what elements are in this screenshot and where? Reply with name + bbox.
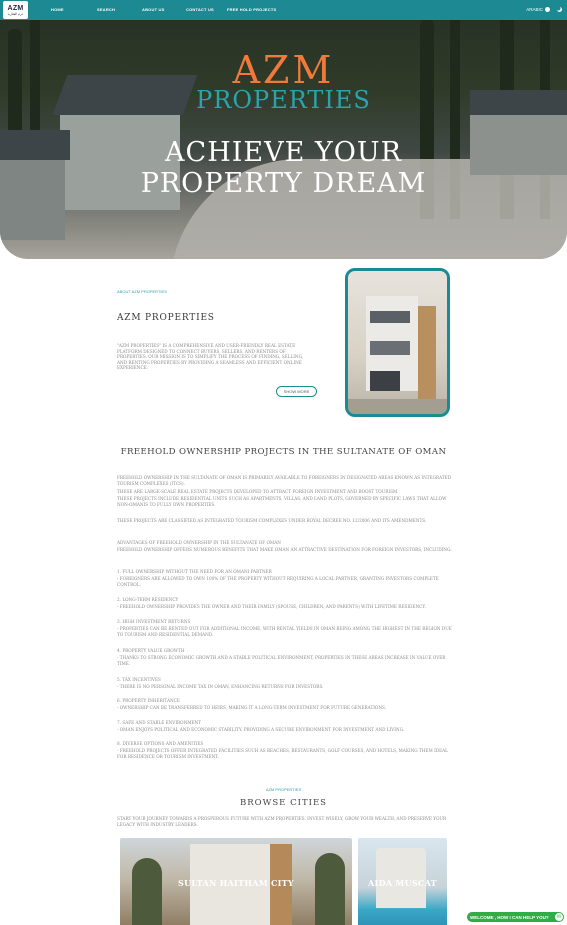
cities-title: BROWSE CITIES	[240, 798, 327, 808]
palm-decoration	[132, 858, 162, 925]
about-text: "AZM PROPERTIES" IS A COMPREHENSIVE AND …	[117, 343, 304, 370]
hero-title-line2: PROPERTY DREAM	[140, 168, 427, 199]
freehold-paragraph: FREEHOLD OWNERSHIP IN THE SULTANATE OF O…	[117, 475, 452, 486]
city-name: SULTAN HAITHAM CITY	[178, 878, 294, 888]
benefit-text: - FREEHOLD PROJECTS OFFER INTEGRATED FAC…	[117, 748, 448, 759]
city-card-sultan-haitham[interactable]: SULTAN HAITHAM CITY	[120, 838, 352, 925]
top-navbar: AZM عزم العقارية HOME SEARCH ABOUT US CO…	[0, 0, 567, 20]
city-name: AIDA MUSCAT	[368, 878, 437, 888]
chat-welcome-text: WELCOME , HOW I CAN HELP YOU?	[470, 914, 549, 920]
about-heading: AZM PROPERTIES	[117, 313, 215, 323]
about-villa-image	[345, 268, 450, 417]
hero-banner: AZM PROPERTIES ACHIEVE YOUR PROPERTY DRE…	[0, 20, 567, 259]
benefit-text: - PROPERTIES CAN BE RENTED OUT FOR ADDIT…	[117, 626, 452, 637]
hero-brand-properties: PROPERTIES	[196, 86, 371, 114]
villa-wood-panel	[418, 306, 436, 406]
chat-icon[interactable]: ✉	[555, 913, 563, 921]
freehold-paragraph: FREEHOLD OWNERSHIP OFFERS NUMEROUS BENEF…	[117, 547, 452, 552]
benefit-title: 7. SAFE AND STABLE ENVIRONMENT	[117, 720, 202, 725]
hero-title-line1: ACHIEVE YOUR	[165, 137, 402, 168]
chat-widget[interactable]: WELCOME , HOW I CAN HELP YOU? ✉	[467, 912, 564, 922]
freehold-paragraph: THESE PROJECTS INCLUDE RESIDENTIAL UNITS…	[117, 496, 447, 507]
benefit-title: 8. DIVERSE OPTIONS AND AMENITIES	[117, 741, 204, 746]
about-label: ABOUT AZM PROPERTIES	[117, 289, 167, 294]
benefit-text: - OWNERSHIP CAN BE TRANSFERRED TO HEIRS,…	[117, 705, 387, 710]
cities-label: AZM PROPERTIES	[265, 787, 302, 792]
nav-home[interactable]: HOME	[51, 7, 64, 12]
villa-garage	[370, 371, 400, 391]
benefit-title: 3. HIGH INVESTMENT RETURNS	[117, 619, 191, 624]
logo-subtext: عزم العقارية	[7, 11, 24, 16]
show-more-button[interactable]: SHOW MORE	[276, 386, 317, 397]
logo[interactable]: AZM عزم العقارية	[3, 1, 28, 19]
freehold-title: FREEHOLD OWNERSHIP PROJECTS IN THE SULTA…	[120, 447, 447, 457]
theme-dot-icon[interactable]	[545, 7, 550, 12]
benefit-title: 4. PROPERTY VALUE GROWTH	[117, 648, 185, 653]
benefit-title: 6. PROPERTY INHERITANCE	[117, 698, 180, 703]
benefit-title: 5. TAX INCENTIVES	[117, 677, 161, 682]
language-toggle[interactable]: ARABIC	[526, 7, 543, 12]
benefit-text: - FOREIGNERS ARE ALLOWED TO OWN 100% OF …	[117, 576, 439, 587]
nav-about-us[interactable]: ABOUT US	[142, 7, 165, 12]
nav-contact-us[interactable]: CONTACT US	[186, 7, 214, 12]
freehold-subheading: ADVANTAGES OF FREEHOLD OWNERSHIP IN THE …	[117, 540, 281, 545]
freehold-paragraph: THESE PROJECTS ARE CLASSIFIED AS INTEGRA…	[117, 518, 427, 523]
nav-free-hold-projects[interactable]: FREE HOLD PROJECTS	[227, 7, 276, 12]
nav-search[interactable]: SEARCH	[97, 7, 115, 12]
villa-window	[370, 341, 410, 355]
villa-window	[370, 311, 410, 323]
benefit-title: 2. LONG-TERM RESIDENCY	[117, 597, 179, 602]
benefit-title: 1. FULL OWNERSHIP WITHOUT THE NEED FOR A…	[117, 569, 272, 574]
palm-decoration	[315, 853, 345, 925]
dark-mode-icon[interactable]	[557, 7, 562, 12]
benefit-text: - THERE IS NO PERSONAL INCOME TAX IN OMA…	[117, 684, 324, 689]
cities-description: START YOUR JOURNEY TOWARDS A PROSPEROUS …	[117, 816, 447, 827]
city-card-aida-muscat[interactable]: AIDA MUSCAT	[358, 838, 447, 925]
logo-text: AZM	[7, 4, 24, 12]
benefit-text: - OMAN ENJOYS POLITICAL AND ECONOMIC STA…	[117, 727, 405, 732]
villa-driveway	[348, 399, 447, 414]
benefit-text: - FREEHOLD OWNERSHIP PROVIDES THE OWNER …	[117, 604, 426, 609]
benefit-text: - THANKS TO STRONG ECONOMIC GROWTH AND A…	[117, 655, 446, 666]
freehold-paragraph: THESE ARE LARGE-SCALE REAL ESTATE PROJEC…	[117, 489, 399, 494]
